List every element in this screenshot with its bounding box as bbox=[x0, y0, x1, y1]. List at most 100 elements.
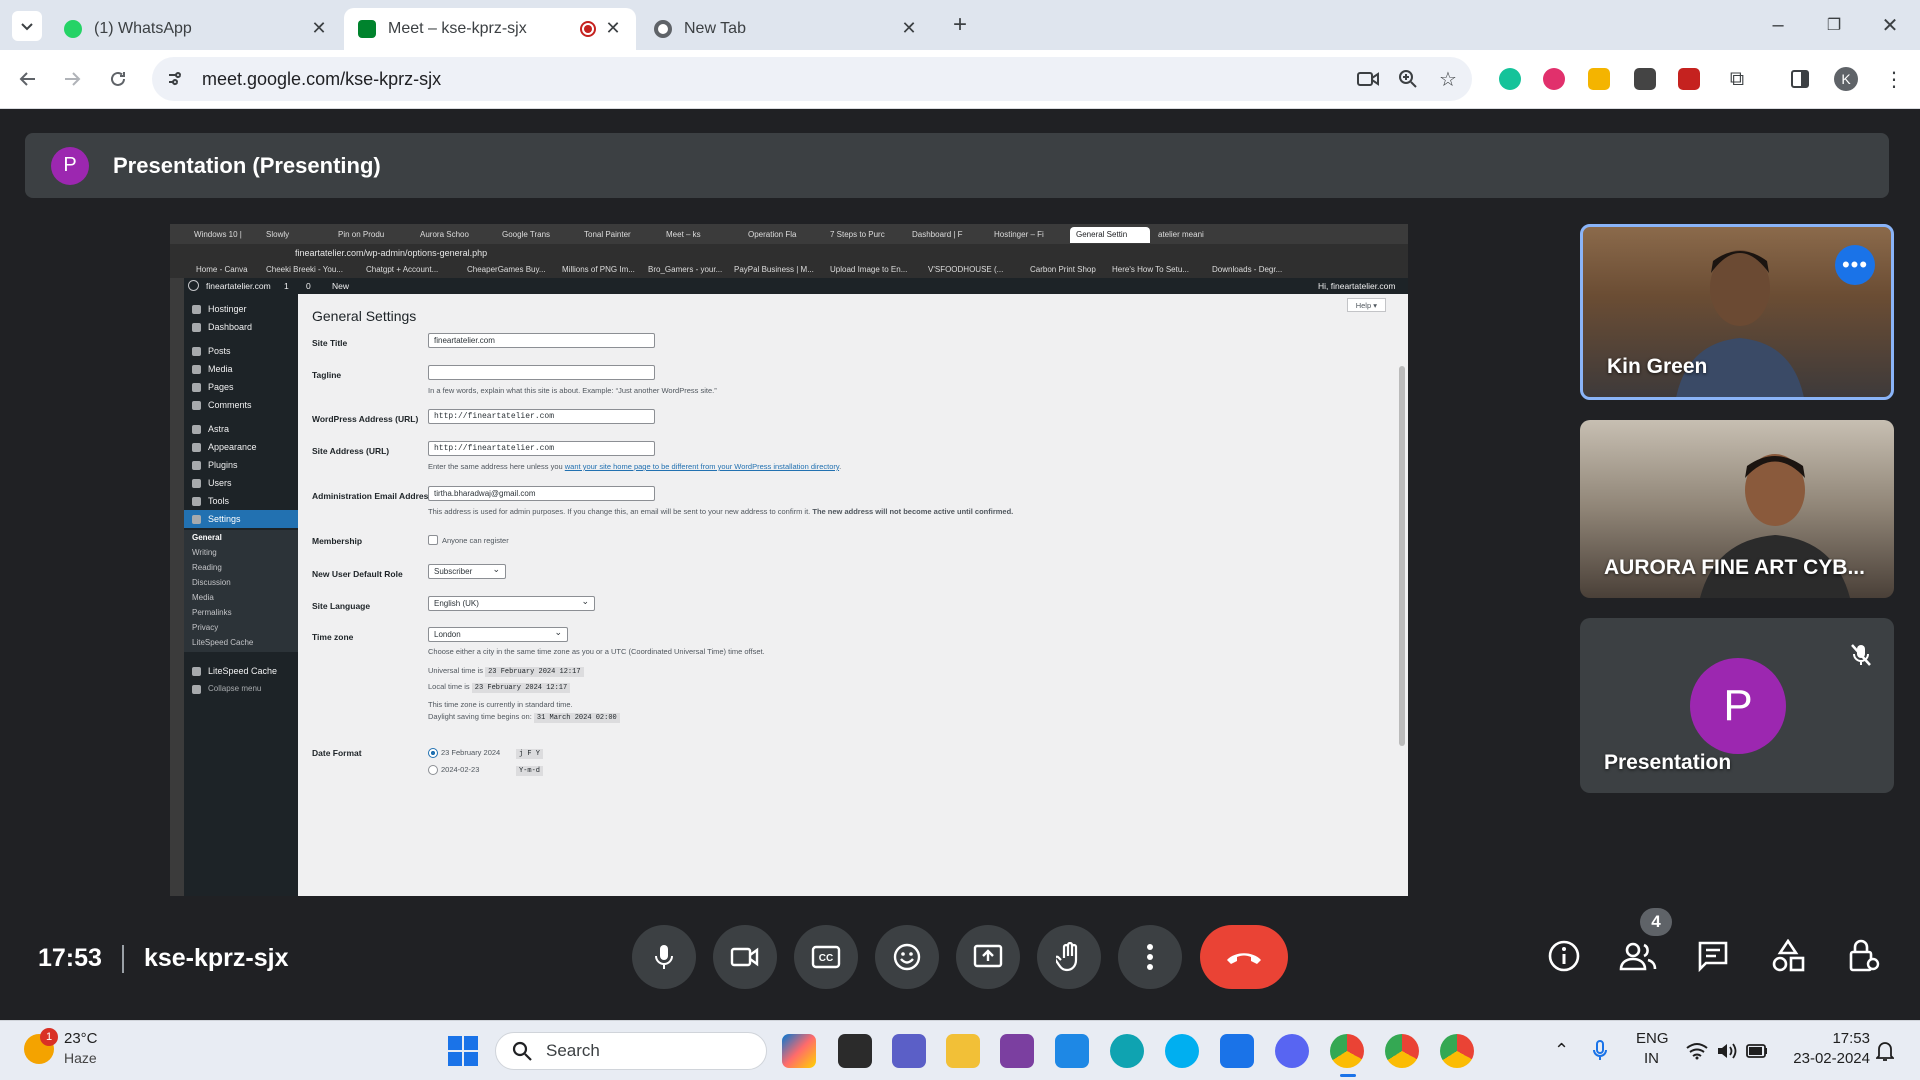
more-options-button[interactable]: ••• bbox=[1835, 245, 1875, 285]
reactions-button[interactable] bbox=[875, 925, 939, 989]
chevron-up-icon[interactable]: ⌃ bbox=[1554, 1040, 1569, 1061]
mail-app-icon[interactable] bbox=[1055, 1034, 1089, 1068]
meeting-details-button[interactable] bbox=[1544, 936, 1584, 976]
wp-menu-item: LiteSpeed Cache bbox=[184, 662, 298, 680]
wp-menu-item: Posts bbox=[184, 342, 298, 360]
taskbar-search[interactable]: Search bbox=[495, 1032, 767, 1070]
close-icon[interactable]: ✕ bbox=[602, 18, 624, 39]
local-time-row: Local time is 23 February 2024 12:17 bbox=[428, 682, 571, 693]
more-vertical-icon[interactable]: ⋮ bbox=[1880, 65, 1908, 93]
local-time-label: Local time is bbox=[428, 682, 470, 691]
local-time-value: 23 February 2024 12:17 bbox=[471, 683, 571, 693]
chrome-app-icon[interactable] bbox=[1440, 1034, 1474, 1068]
tab-search-chevron-icon[interactable] bbox=[12, 11, 42, 41]
browser-tab-meet[interactable]: Meet – kse-kprz-sjx ✕ bbox=[344, 8, 636, 50]
extensions-puzzle-icon[interactable]: ⧉ bbox=[1723, 65, 1751, 93]
present-screen-button[interactable] bbox=[956, 925, 1020, 989]
extension-icon[interactable] bbox=[1634, 68, 1656, 90]
task-view-icon[interactable] bbox=[838, 1034, 872, 1068]
present-screen-icon bbox=[973, 944, 1003, 968]
extension-icon[interactable] bbox=[1678, 68, 1700, 90]
discord-app-icon[interactable] bbox=[1275, 1034, 1309, 1068]
raise-hand-button[interactable] bbox=[1037, 925, 1101, 989]
activities-button[interactable] bbox=[1768, 936, 1808, 976]
microphone-in-use-icon[interactable] bbox=[1592, 1040, 1608, 1062]
captions-button[interactable]: CC bbox=[794, 925, 858, 989]
wp-new-link: New bbox=[332, 281, 350, 291]
participant-tile-aurora[interactable]: AURORA FINE ART CYB... bbox=[1580, 420, 1894, 598]
back-arrow-icon[interactable] bbox=[14, 65, 42, 93]
extension-icon[interactable] bbox=[1588, 68, 1610, 90]
reload-icon[interactable] bbox=[104, 65, 132, 93]
browser-tab-new-tab[interactable]: New Tab ✕ bbox=[640, 8, 932, 50]
wp-collapse-menu: Collapse menu bbox=[184, 680, 298, 698]
windows-start-icon[interactable] bbox=[446, 1034, 480, 1068]
battery-icon[interactable] bbox=[1746, 1044, 1768, 1058]
participant-tile-kin-green[interactable]: ••• Kin Green bbox=[1580, 224, 1894, 400]
input-region[interactable]: IN bbox=[1644, 1050, 1659, 1067]
date-format-radio bbox=[428, 765, 438, 775]
profile-avatar-icon[interactable]: K bbox=[1834, 67, 1858, 91]
restore-icon[interactable]: ❐ bbox=[1820, 11, 1848, 39]
emoji-icon bbox=[893, 943, 921, 971]
window-close-icon[interactable]: ✕ bbox=[1876, 11, 1904, 39]
teams-app-icon[interactable] bbox=[892, 1034, 926, 1068]
participant-name: Kin Green bbox=[1607, 355, 1708, 378]
camera-in-use-icon[interactable] bbox=[1354, 65, 1382, 93]
volume-icon[interactable] bbox=[1716, 1042, 1738, 1060]
hand-icon bbox=[1056, 942, 1078, 972]
wp-admin-bar: fineartatelier.com 1 0 New Hi, fineartat… bbox=[184, 278, 1408, 294]
clipchamp-app-icon[interactable] bbox=[1000, 1034, 1034, 1068]
new-tab-plus-icon[interactable]: + bbox=[946, 11, 974, 39]
side-panel-icon[interactable] bbox=[1786, 65, 1814, 93]
input-language[interactable]: ENG bbox=[1636, 1030, 1669, 1047]
dst-value: 31 March 2024 02:00 bbox=[533, 713, 620, 723]
minimize-icon[interactable]: – bbox=[1764, 11, 1792, 39]
people-button[interactable] bbox=[1618, 936, 1658, 976]
search-placeholder: Search bbox=[546, 1041, 600, 1060]
wp-menu-item: Dashboard bbox=[184, 318, 298, 336]
tab-title: (1) WhatsApp bbox=[94, 20, 192, 37]
system-clock-date[interactable]: 23-02-2024 bbox=[1786, 1050, 1870, 1067]
close-icon[interactable]: ✕ bbox=[898, 18, 920, 39]
chat-button[interactable] bbox=[1693, 936, 1733, 976]
chrome-app-icon[interactable] bbox=[1330, 1034, 1364, 1068]
chrome-app-icon[interactable] bbox=[1385, 1034, 1419, 1068]
system-clock-time[interactable]: 17:53 bbox=[1798, 1030, 1870, 1047]
admin-email-hint: This address is used for admin purposes.… bbox=[428, 507, 1013, 516]
notification-bell-icon[interactable] bbox=[1876, 1040, 1894, 1062]
grammarly-extension-icon[interactable] bbox=[1499, 68, 1521, 90]
more-options-button[interactable] bbox=[1118, 925, 1182, 989]
universal-time-row: Universal time is 23 February 2024 12:17 bbox=[428, 666, 584, 677]
file-explorer-icon[interactable] bbox=[946, 1034, 980, 1068]
participant-tile-presentation[interactable]: P Presentation bbox=[1580, 618, 1894, 793]
address-bar[interactable]: meet.google.com/kse-kprz-sjx bbox=[152, 57, 1472, 101]
zoom-icon[interactable] bbox=[1394, 65, 1422, 93]
leave-call-button[interactable] bbox=[1200, 925, 1288, 989]
presenter-avatar: P bbox=[51, 146, 89, 185]
browser-tab-whatsapp[interactable]: (1) WhatsApp ✕ bbox=[50, 8, 342, 50]
date-format-option: 23 February 2024 bbox=[441, 748, 501, 757]
host-controls-button[interactable] bbox=[1843, 936, 1883, 976]
edge-browser-icon[interactable] bbox=[1110, 1034, 1144, 1068]
site-info-icon[interactable] bbox=[166, 70, 184, 88]
shared-tab: Slowly bbox=[266, 230, 290, 239]
camera-button[interactable] bbox=[713, 925, 777, 989]
forward-arrow-icon[interactable] bbox=[58, 65, 86, 93]
skype-app-icon[interactable] bbox=[1165, 1034, 1199, 1068]
bookmark-star-icon[interactable]: ☆ bbox=[1434, 65, 1462, 93]
wp-submenu-item: LiteSpeed Cache bbox=[184, 635, 298, 652]
shared-address-bar: fineartatelier.com/wp-admin/options-gene… bbox=[170, 244, 1408, 262]
shared-tab: Dashboard | F bbox=[912, 230, 963, 239]
microphone-button[interactable] bbox=[632, 925, 696, 989]
divider bbox=[121, 944, 124, 973]
wifi-icon[interactable] bbox=[1686, 1042, 1708, 1060]
extension-icon[interactable] bbox=[1543, 68, 1565, 90]
presentation-banner: P Presentation (Presenting) bbox=[25, 133, 1889, 198]
weather-temperature[interactable]: 23°C bbox=[64, 1030, 98, 1047]
copilot-app-icon[interactable] bbox=[782, 1034, 816, 1068]
close-icon[interactable]: ✕ bbox=[308, 18, 330, 39]
bookmark: PayPal Business | M... bbox=[734, 265, 814, 274]
notepad-app-icon[interactable] bbox=[1220, 1034, 1254, 1068]
weather-description[interactable]: Haze bbox=[64, 1050, 97, 1066]
